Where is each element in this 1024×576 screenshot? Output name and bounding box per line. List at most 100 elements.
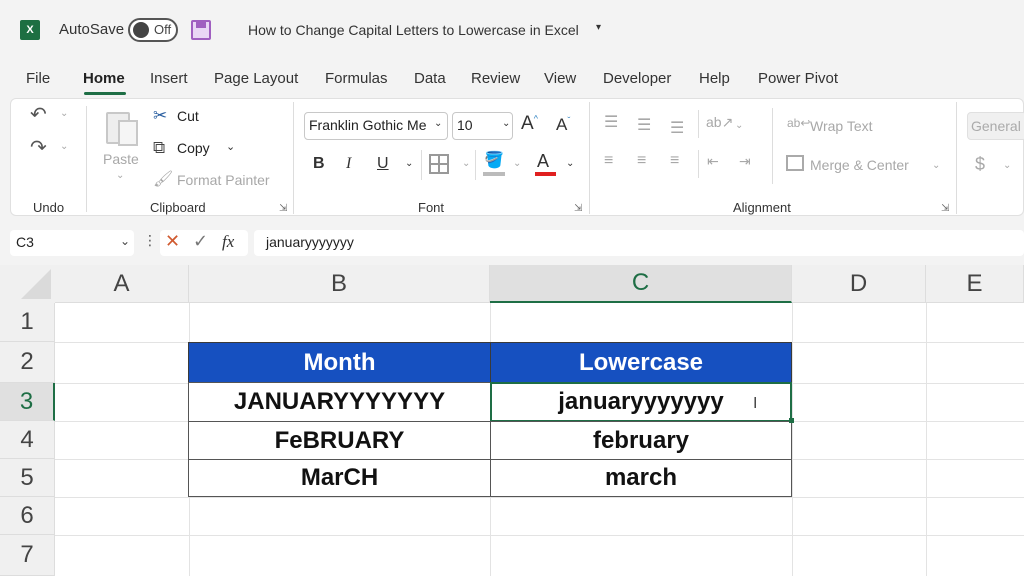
name-box[interactable]: C3 ⌄ — [10, 230, 134, 256]
currency-icon[interactable]: $ — [975, 154, 985, 175]
cancel-icon[interactable]: ✕ — [165, 231, 180, 252]
alignment-launcher-icon[interactable]: ⇲ — [941, 203, 949, 214]
fill-color-dropdown-icon[interactable]: ⌄ — [513, 158, 521, 169]
align-left-icon[interactable]: ≡ — [604, 152, 613, 170]
format-painter-icon[interactable]: 🖌 — [153, 169, 173, 189]
merge-center-button[interactable]: Merge & Center — [810, 157, 909, 173]
orientation-dropdown-icon[interactable]: ⌄ — [735, 120, 743, 131]
copy-dropdown-icon[interactable]: ⌄ — [226, 140, 235, 153]
row-header-1[interactable]: 1 — [0, 303, 55, 342]
more-options-icon[interactable]: ⋮ — [143, 232, 157, 249]
increase-indent-icon[interactable]: ⇥ — [739, 153, 751, 170]
redo-dropdown-icon[interactable]: ⌄ — [60, 141, 68, 152]
underline-dropdown-icon[interactable]: ⌄ — [405, 158, 413, 169]
align-center-icon[interactable]: ≡ — [637, 152, 646, 170]
cell-b4[interactable]: FeBRUARY — [188, 421, 491, 460]
redo-icon[interactable]: ↷ — [30, 135, 47, 160]
decrease-indent-icon[interactable]: ⇤ — [707, 153, 719, 170]
clipboard-launcher-icon[interactable]: ⇲ — [279, 203, 287, 214]
italic-button[interactable]: I — [346, 155, 351, 173]
enter-icon[interactable]: ✓ — [193, 231, 208, 252]
font-name-combo[interactable]: Franklin Gothic Me — [304, 112, 448, 140]
fill-color-icon[interactable]: 🪣 — [484, 150, 504, 170]
increase-font-size-icon[interactable]: A^ — [521, 113, 538, 135]
tab-file[interactable]: File — [26, 70, 50, 87]
bold-button[interactable]: B — [313, 155, 325, 173]
cell-c2[interactable]: Lowercase — [490, 342, 792, 383]
copy-icon[interactable]: ⧉ — [153, 138, 165, 158]
select-all-button[interactable] — [0, 265, 55, 303]
insert-function-icon[interactable]: fx — [222, 232, 234, 252]
align-middle-icon[interactable]: ☰ — [637, 115, 651, 135]
font-name-dropdown-icon[interactable]: ⌄ — [434, 118, 442, 129]
orientation-icon[interactable]: ab↗ — [706, 114, 733, 131]
currency-dropdown-icon[interactable]: ⌄ — [1003, 160, 1011, 171]
underline-button[interactable]: U — [377, 155, 389, 173]
column-header-b[interactable]: B — [189, 265, 490, 303]
autosave-state: Off — [154, 22, 172, 37]
number-format-combo[interactable]: General — [967, 112, 1024, 140]
tab-insert[interactable]: Insert — [150, 70, 188, 87]
document-title[interactable]: How to Change Capital Letters to Lowerca… — [248, 22, 579, 38]
row-header-7[interactable]: 7 — [0, 535, 55, 576]
merge-dropdown-icon[interactable]: ⌄ — [932, 160, 940, 171]
tab-page-layout[interactable]: Page Layout — [214, 70, 298, 87]
group-divider — [293, 102, 294, 214]
row-header-6[interactable]: 6 — [0, 497, 55, 535]
paste-icon[interactable] — [106, 108, 140, 148]
fill-handle[interactable] — [789, 418, 794, 423]
cut-icon[interactable]: ✂ — [153, 106, 167, 126]
formula-input[interactable]: januaryyyyyyy — [254, 230, 1024, 256]
merge-center-icon[interactable] — [786, 155, 804, 171]
cell-c3-active[interactable]: januaryyyyyyy — [490, 382, 792, 422]
tab-formulas[interactable]: Formulas — [325, 70, 388, 87]
autosave-toggle[interactable]: Off — [128, 18, 178, 42]
font-color-icon[interactable]: A — [537, 151, 549, 172]
decrease-font-size-icon[interactable]: Aˇ — [556, 115, 570, 135]
name-box-dropdown-icon[interactable]: ⌄ — [120, 234, 130, 248]
align-top-icon[interactable]: ☰ — [604, 112, 618, 132]
wrap-text-icon[interactable]: ab↩ — [787, 116, 810, 130]
tab-help[interactable]: Help — [699, 70, 730, 87]
paste-dropdown-icon[interactable]: ⌄ — [116, 170, 124, 181]
wrap-text-button[interactable]: Wrap Text — [810, 118, 873, 134]
row-header-2[interactable]: 2 — [0, 342, 55, 383]
borders-dropdown-icon[interactable]: ⌄ — [462, 158, 470, 169]
tab-developer[interactable]: Developer — [603, 70, 671, 87]
column-header-d[interactable]: D — [792, 265, 926, 303]
cell-b3[interactable]: JANUARYYYYYYY — [188, 382, 491, 422]
paste-button[interactable]: Paste — [103, 151, 139, 167]
align-bottom-icon[interactable]: ☰ — [670, 118, 684, 138]
name-box-value: C3 — [16, 234, 34, 250]
tab-data[interactable]: Data — [414, 70, 446, 87]
cut-button[interactable]: Cut — [177, 108, 199, 124]
cell-c4[interactable]: february — [490, 421, 792, 460]
cell-b5[interactable]: MarCH — [188, 459, 491, 497]
font-color-dropdown-icon[interactable]: ⌄ — [566, 158, 574, 169]
tab-home[interactable]: Home — [83, 70, 125, 87]
align-right-icon[interactable]: ≡ — [670, 152, 679, 170]
undo-icon[interactable]: ↶ — [30, 102, 47, 127]
format-painter-button[interactable]: Format Painter — [177, 172, 270, 188]
column-header-a[interactable]: A — [55, 265, 189, 303]
font-launcher-icon[interactable]: ⇲ — [574, 203, 582, 214]
column-header-c[interactable]: C — [490, 265, 792, 303]
tab-power-pivot[interactable]: Power Pivot — [758, 70, 838, 87]
cell-c5[interactable]: march — [490, 459, 792, 497]
undo-dropdown-icon[interactable]: ⌄ — [60, 108, 68, 119]
column-header-e[interactable]: E — [926, 265, 1024, 303]
row-header-3[interactable]: 3 — [0, 383, 55, 421]
tab-view[interactable]: View — [544, 70, 576, 87]
group-divider — [86, 106, 87, 212]
clipboard-group-label: Clipboard — [150, 200, 206, 215]
gridline — [55, 535, 1024, 536]
font-size-dropdown-icon[interactable]: ⌄ — [502, 118, 510, 129]
tab-review[interactable]: Review — [471, 70, 520, 87]
save-icon[interactable] — [191, 20, 211, 40]
copy-button[interactable]: Copy — [177, 140, 210, 156]
borders-icon[interactable] — [429, 154, 449, 174]
row-header-4[interactable]: 4 — [0, 421, 55, 459]
title-dropdown-icon[interactable]: ▾ — [596, 22, 601, 33]
row-header-5[interactable]: 5 — [0, 459, 55, 497]
cell-b2[interactable]: Month — [188, 342, 491, 383]
